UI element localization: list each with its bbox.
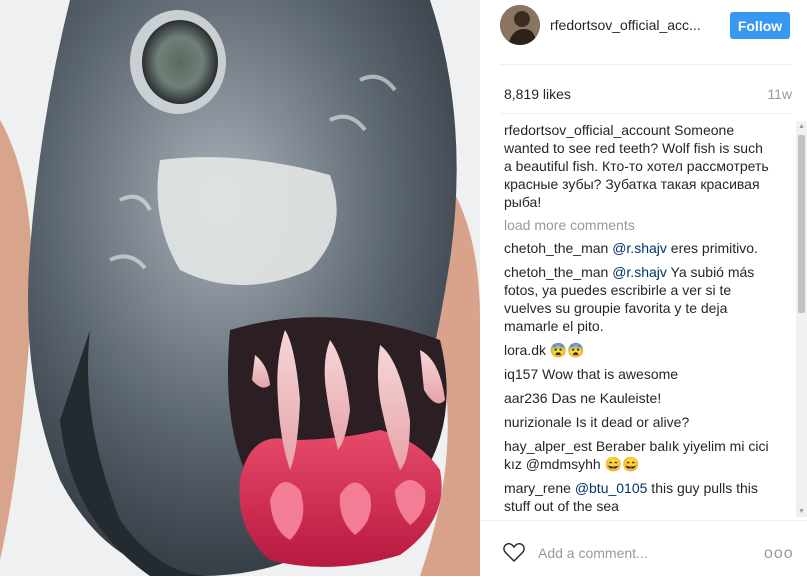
list-item: aar236 Das ne Kauleiste! xyxy=(504,389,769,407)
comment-bar: Add a comment... ooo xyxy=(480,520,807,577)
list-item: chetoh_the_man @r.shajv eres primitivo. xyxy=(504,239,769,257)
list-item: chetoh_the_man @r.shajv Ya subió más fot… xyxy=(504,263,769,335)
post-photo-wolffish[interactable] xyxy=(0,0,480,576)
comment-username[interactable]: lora.dk xyxy=(504,342,546,358)
comments-scrollbar[interactable]: ▲ ▼ xyxy=(796,121,807,517)
load-more-comments-link[interactable]: load more comments xyxy=(504,217,793,233)
comment-username[interactable]: chetoh_the_man xyxy=(504,240,608,256)
list-item: hay_alper_est Beraber balık yiyelim mi c… xyxy=(504,437,769,473)
heart-icon[interactable] xyxy=(502,541,526,563)
list-item: nurizionale Is it dead or alive? xyxy=(504,413,769,431)
add-comment-input[interactable]: Add a comment... xyxy=(538,545,648,561)
comment-text: Wow that is awesome xyxy=(538,366,679,382)
likes-divider xyxy=(500,113,792,114)
wolffish-photo-illustration xyxy=(0,0,480,576)
comment-text: eres primitivo. xyxy=(666,240,758,256)
follow-button[interactable]: Follow xyxy=(730,12,790,39)
avatar-image xyxy=(500,5,540,45)
comment-text: 😨😨 xyxy=(546,342,585,358)
post-time[interactable]: 11w xyxy=(767,86,792,102)
comment-username[interactable]: hay_alper_est xyxy=(504,438,592,454)
header-divider xyxy=(500,64,792,65)
comment-username[interactable]: iq157 xyxy=(504,366,538,382)
scrollbar-thumb[interactable] xyxy=(798,135,805,313)
post-sidebar: rfedortsov_official_acc... Follow 8,819 … xyxy=(480,0,807,576)
comment-username[interactable]: nurizionale xyxy=(504,414,572,430)
list-item: iq157 Wow that is awesome xyxy=(504,365,769,383)
comment-username[interactable]: rfedortsov_official_account xyxy=(504,122,670,138)
instagram-post: rfedortsov_official_acc... Follow 8,819 … xyxy=(0,0,807,576)
comment-text: Is it dead or alive? xyxy=(571,414,690,430)
comment-username[interactable]: aar236 xyxy=(504,390,548,406)
likes-count[interactable]: 8,819 likes xyxy=(504,86,571,102)
comment-mention[interactable]: @r.shajv xyxy=(612,240,667,256)
post-header: rfedortsov_official_acc... Follow xyxy=(480,0,807,64)
list-item: lora.dk 😨😨 xyxy=(504,341,769,359)
comments-list[interactable]: rfedortsov_official_account Someone want… xyxy=(480,121,793,517)
comment-mention[interactable]: @btu_0105 xyxy=(575,480,648,496)
scroll-down-arrow-icon[interactable]: ▼ xyxy=(796,506,807,517)
comment-username[interactable]: mary_rene xyxy=(504,480,571,496)
avatar[interactable] xyxy=(500,5,540,45)
more-options-icon[interactable]: ooo xyxy=(764,545,794,563)
post-author-username[interactable]: rfedortsov_official_acc... xyxy=(550,17,701,33)
comment-text: Das ne Kauleiste! xyxy=(547,390,662,406)
list-item: mary_rene @btu_0105 this guy pulls this … xyxy=(504,479,769,515)
comment-mention[interactable]: @r.shajv xyxy=(612,264,667,280)
caption-comment: rfedortsov_official_account Someone want… xyxy=(504,121,769,211)
scroll-up-arrow-icon[interactable]: ▲ xyxy=(796,121,807,132)
comment-username[interactable]: chetoh_the_man xyxy=(504,264,608,280)
